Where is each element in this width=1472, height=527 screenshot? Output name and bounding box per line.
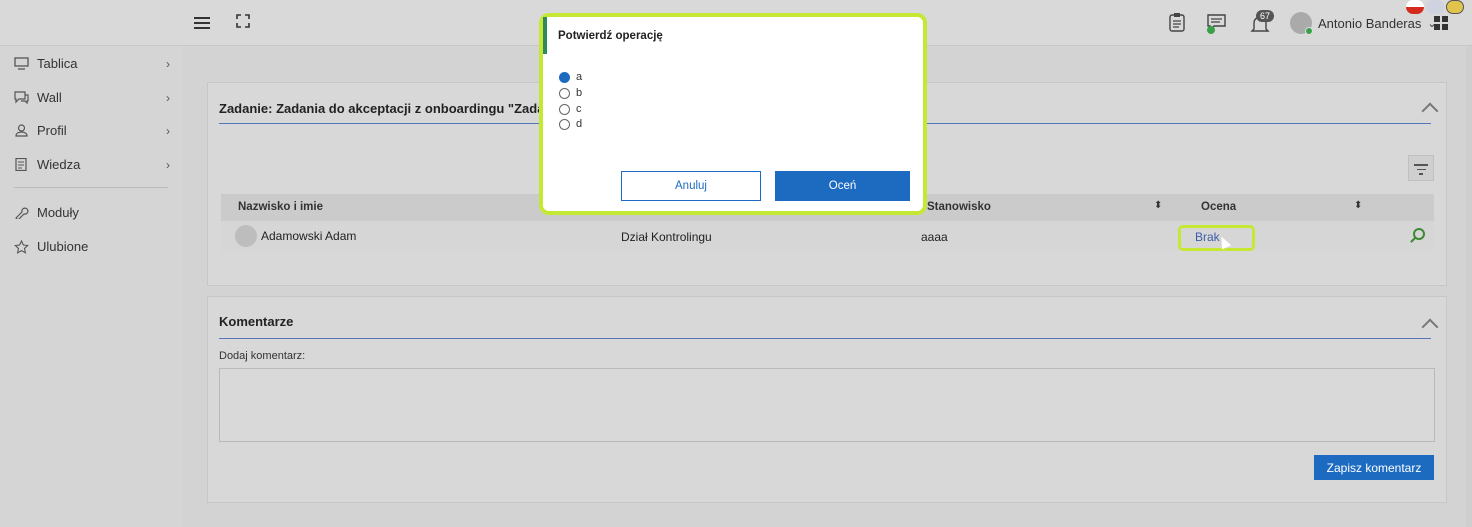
chevron-right-icon: › (166, 123, 170, 138)
sidebar-divider (14, 187, 168, 188)
messages-icon[interactable] (1206, 12, 1226, 34)
modal-title: Potwierdź operację (558, 30, 663, 42)
avatar (1290, 12, 1313, 35)
confirm-dialog: Potwierdź operację a b c d Anuluj Oceń (543, 17, 923, 211)
title-underline (219, 338, 1431, 339)
user-menu[interactable]: Antonio Banderas ⌄ (1290, 12, 1437, 35)
user-name: Antonio Banderas (1318, 15, 1422, 31)
sidebar-item-label: Moduły (37, 205, 79, 220)
option-label: b (576, 87, 583, 99)
radio-d[interactable] (559, 118, 570, 130)
wrench-icon (15, 207, 29, 219)
comments-panel: Komentarze Dodaj komentarz: Zapisz komen… (207, 296, 1447, 503)
document-icon (15, 158, 27, 171)
flag-de-icon[interactable] (1446, 0, 1464, 14)
option-b[interactable]: b (559, 87, 582, 99)
radio-b[interactable] (559, 87, 570, 99)
monitor-icon (14, 57, 29, 70)
avatar (235, 225, 257, 247)
chevron-right-icon: › (166, 56, 170, 71)
option-label: a (576, 71, 583, 83)
option-c[interactable]: c (559, 103, 582, 115)
option-label: d (576, 118, 583, 130)
modal-accent-bar (543, 17, 547, 54)
flag-pl-icon[interactable] (1406, 0, 1424, 14)
column-header-rating[interactable]: Ocena (1201, 201, 1236, 213)
sidebar-item-label: Wiedza (37, 157, 81, 172)
sidebar-item-tablica[interactable]: Tablica › (14, 56, 170, 71)
comments-title: Komentarze (219, 314, 294, 329)
collapse-icon[interactable] (1421, 318, 1439, 336)
star-icon (14, 239, 29, 254)
confirm-button[interactable]: Oceń (775, 171, 910, 201)
sidebar-item-label: Ulubione (37, 239, 89, 254)
chevron-right-icon: › (166, 90, 170, 105)
column-header-name[interactable]: Nazwisko i imie (238, 201, 323, 213)
user-icon (15, 124, 28, 137)
sidebar: Tablica › Wall › Profil › Wiedza › Moduł… (0, 46, 183, 527)
cell-position: aaaa (921, 230, 948, 244)
sidebar-item-wiedza[interactable]: Wiedza › (14, 157, 170, 172)
notifications-badge: 67 (1256, 10, 1275, 22)
search-icon[interactable] (1413, 228, 1425, 240)
column-header-position[interactable]: Stanowisko (927, 201, 991, 213)
sidebar-item-profil[interactable]: Profil › (14, 123, 170, 138)
cancel-button[interactable]: Anuluj (621, 171, 761, 201)
comment-label: Dodaj komentarz: (219, 350, 306, 362)
clipboard-icon[interactable] (1168, 12, 1188, 34)
sort-rating-icon[interactable]: ⬍ (1354, 200, 1362, 211)
filter-button[interactable] (1408, 155, 1434, 181)
radio-c[interactable] (559, 103, 570, 115)
option-label: c (576, 103, 582, 115)
page-title: Zadanie: Zadania do akceptacji z onboard… (219, 101, 545, 116)
chevron-right-icon: › (166, 157, 170, 172)
apps-grid-icon[interactable] (1434, 16, 1448, 30)
save-comment-button[interactable]: Zapisz komentarz (1314, 455, 1434, 480)
cell-name: Adamowski Adam (261, 229, 357, 243)
collapse-icon[interactable] (1421, 102, 1439, 120)
online-status-icon (1305, 27, 1313, 35)
sort-position-icon[interactable]: ⬍ (1154, 200, 1162, 211)
flag-gb-icon[interactable] (1426, 0, 1444, 14)
hamburger-menu-icon[interactable] (194, 17, 210, 29)
option-d[interactable]: d (559, 118, 582, 130)
fullscreen-icon[interactable] (236, 14, 250, 28)
cell-department: Dział Kontrolingu (621, 230, 712, 244)
sidebar-item-wall[interactable]: Wall › (14, 90, 170, 105)
comment-textarea[interactable] (219, 368, 1435, 442)
option-a[interactable]: a (559, 71, 582, 83)
chat-icon (14, 91, 29, 104)
radio-a[interactable] (559, 71, 570, 83)
scrollbar[interactable] (1466, 46, 1472, 527)
sidebar-item-label: Profil (37, 123, 67, 138)
sidebar-item-moduly[interactable]: Moduły (14, 205, 170, 220)
sidebar-item-ulubione[interactable]: Ulubione (14, 239, 170, 254)
language-flags (1406, 0, 1464, 14)
sidebar-item-label: Tablica (37, 56, 78, 71)
sidebar-item-label: Wall (37, 90, 62, 105)
